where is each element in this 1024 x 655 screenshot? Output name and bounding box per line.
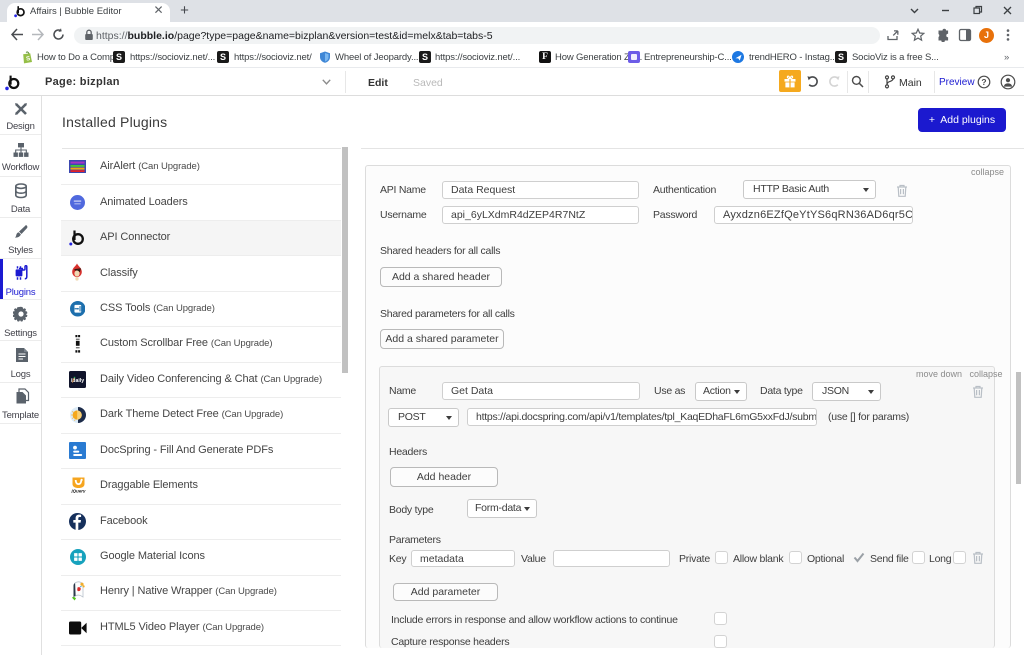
svg-text:S: S [26,56,31,63]
svg-text:jQuery: jQuery [71,489,86,494]
svg-text:?: ? [981,77,986,87]
